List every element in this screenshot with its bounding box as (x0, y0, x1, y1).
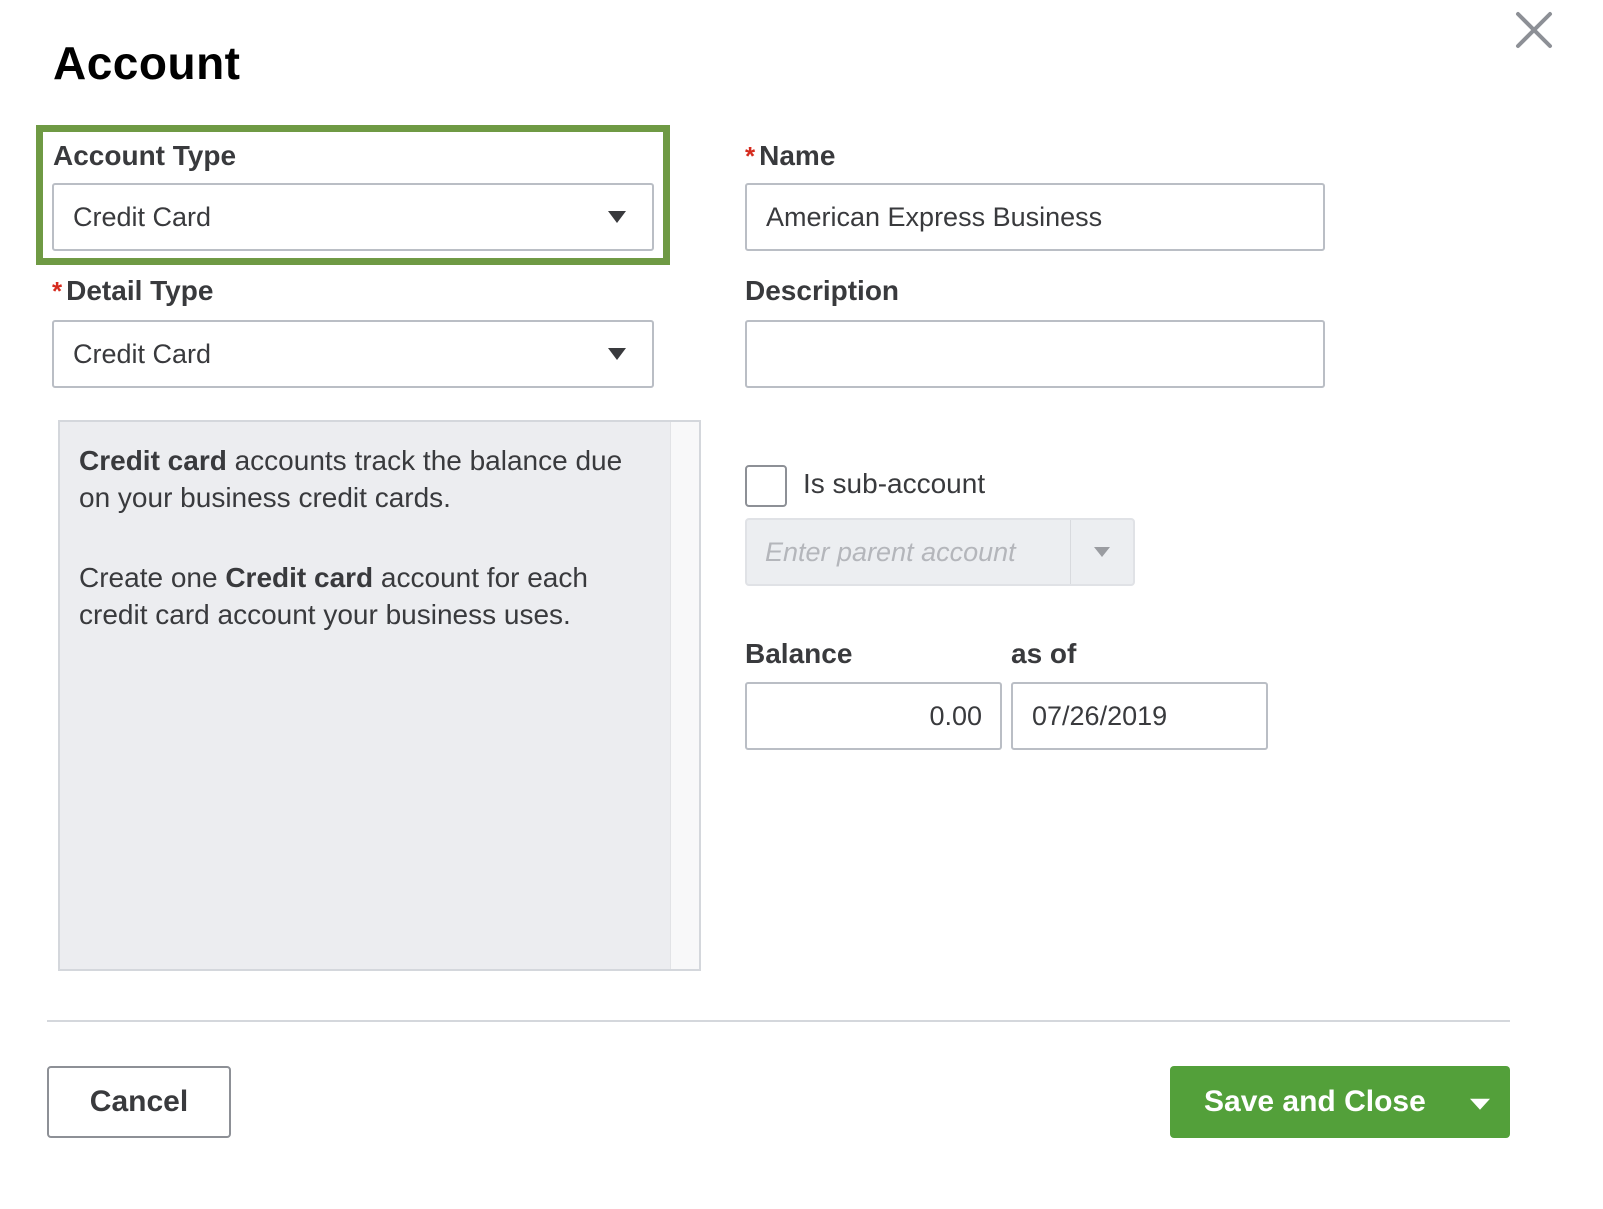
account-type-value: Credit Card (73, 201, 212, 232)
help-bold-term: Credit card (225, 562, 374, 593)
detail-type-label-text: Detail Type (66, 275, 214, 306)
close-x-icon (1516, 12, 1552, 48)
parent-account-combobox[interactable]: Enter parent account (745, 518, 1135, 586)
detail-type-label: * Detail Type (52, 275, 213, 307)
as-of-date-value: 07/26/2019 (1032, 700, 1168, 731)
detail-type-select[interactable]: Credit Card (52, 320, 654, 388)
dialog-title: Account (53, 37, 241, 89)
caret-down-icon (608, 348, 626, 360)
description-input[interactable] (745, 320, 1325, 388)
save-and-close-button[interactable]: Save and Close (1170, 1066, 1510, 1138)
detail-type-help-panel: Credit card accounts track the balance d… (58, 420, 701, 971)
account-type-select[interactable]: Credit Card (52, 183, 654, 251)
footer-divider (47, 1020, 1510, 1022)
sub-account-label[interactable]: Is sub-account (803, 468, 985, 500)
parent-account-input[interactable]: Enter parent account (765, 520, 1016, 584)
help-text-2a: Create one (79, 562, 226, 593)
detail-type-value: Credit Card (73, 338, 212, 369)
help-paragraph-2: Create one Credit card account for each … (79, 559, 659, 633)
name-label-text: Name (759, 140, 836, 171)
as-of-label: as of (1011, 638, 1077, 669)
help-scrollbar[interactable] (670, 422, 699, 969)
save-and-close-label: Save and Close (1204, 1085, 1426, 1118)
as-of-date-input[interactable]: 07/26/2019 (1011, 682, 1268, 750)
caret-down-icon[interactable] (1470, 1098, 1490, 1110)
parent-account-dropdown-button[interactable] (1070, 520, 1133, 584)
description-label: Description (745, 275, 900, 306)
required-marker: * (745, 141, 756, 171)
caret-down-icon (1094, 547, 1110, 557)
help-paragraph-1: Credit card accounts track the balance d… (79, 442, 659, 516)
account-type-label: Account Type (53, 140, 237, 171)
balance-input[interactable]: 0.00 (745, 682, 1002, 750)
name-value: American Express Business (766, 201, 1103, 232)
cancel-button[interactable]: Cancel (47, 1066, 231, 1138)
help-bold-term: Credit card (79, 445, 227, 476)
help-text: Credit card accounts track the balance d… (79, 442, 659, 676)
balance-label: Balance (745, 638, 853, 669)
required-marker: * (52, 276, 63, 306)
close-button[interactable] (1512, 8, 1556, 52)
name-label: * Name (745, 140, 835, 172)
balance-value: 0.00 (929, 700, 982, 731)
caret-down-icon (608, 211, 626, 223)
sub-account-checkbox[interactable] (745, 465, 787, 507)
name-input[interactable]: American Express Business (745, 183, 1325, 251)
